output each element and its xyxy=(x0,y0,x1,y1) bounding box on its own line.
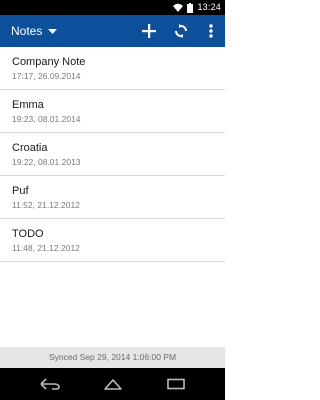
sync-button[interactable] xyxy=(165,15,197,47)
navigation-bar xyxy=(0,368,225,400)
list-item[interactable]: Emma 19:23, 08.01.2014 xyxy=(0,90,225,133)
notebook-selector[interactable]: Notes xyxy=(11,15,58,47)
list-item[interactable]: Company Note 17:17, 26.09.2014 xyxy=(0,47,225,90)
home-icon xyxy=(103,378,123,390)
app-bar: Notes xyxy=(0,15,225,47)
note-title: TODO xyxy=(12,228,44,240)
note-title: Puf xyxy=(12,185,29,197)
note-date: 11:48, 21.12.2012 xyxy=(12,243,80,253)
battery-icon xyxy=(187,2,194,13)
sync-status-text: Synced Sep 29, 2014 1:06:00 PM xyxy=(48,352,177,362)
status-time: 13:24 xyxy=(197,2,221,12)
recents-icon xyxy=(166,378,185,390)
list-item[interactable]: TODO 11:48, 21.12.2012 xyxy=(0,219,225,262)
note-title: Company Note xyxy=(12,56,86,68)
sync-status-bar: Synced Sep 29, 2014 1:06:00 PM xyxy=(0,347,225,368)
back-icon xyxy=(39,378,60,390)
note-date: 19:23, 08.01.2014 xyxy=(12,114,81,124)
wifi-icon xyxy=(173,3,184,12)
back-button[interactable] xyxy=(32,372,68,396)
overflow-menu-button[interactable] xyxy=(197,15,225,47)
note-date: 11:52, 21.12.2012 xyxy=(12,200,80,210)
note-title: Croatia xyxy=(12,142,48,154)
list-item[interactable]: Puf 11:52, 21.12.2012 xyxy=(0,176,225,219)
dropdown-arrow-icon xyxy=(48,28,58,34)
overflow-menu-icon xyxy=(209,24,213,38)
add-icon xyxy=(142,24,156,38)
list-item[interactable]: Croatia 19:22, 08.01.2013 xyxy=(0,133,225,176)
note-date: 19:22, 08.01.2013 xyxy=(12,157,81,167)
home-button[interactable] xyxy=(95,372,131,396)
app-title: Notes xyxy=(11,24,43,38)
note-date: 17:17, 26.09.2014 xyxy=(12,71,81,81)
status-bar: 13:24 xyxy=(0,0,225,15)
recents-button[interactable] xyxy=(158,372,194,396)
note-title: Emma xyxy=(12,99,44,111)
add-note-button[interactable] xyxy=(133,15,165,47)
sync-icon xyxy=(174,24,188,38)
note-list: Company Note 17:17, 26.09.2014 Emma 19:2… xyxy=(0,47,225,262)
